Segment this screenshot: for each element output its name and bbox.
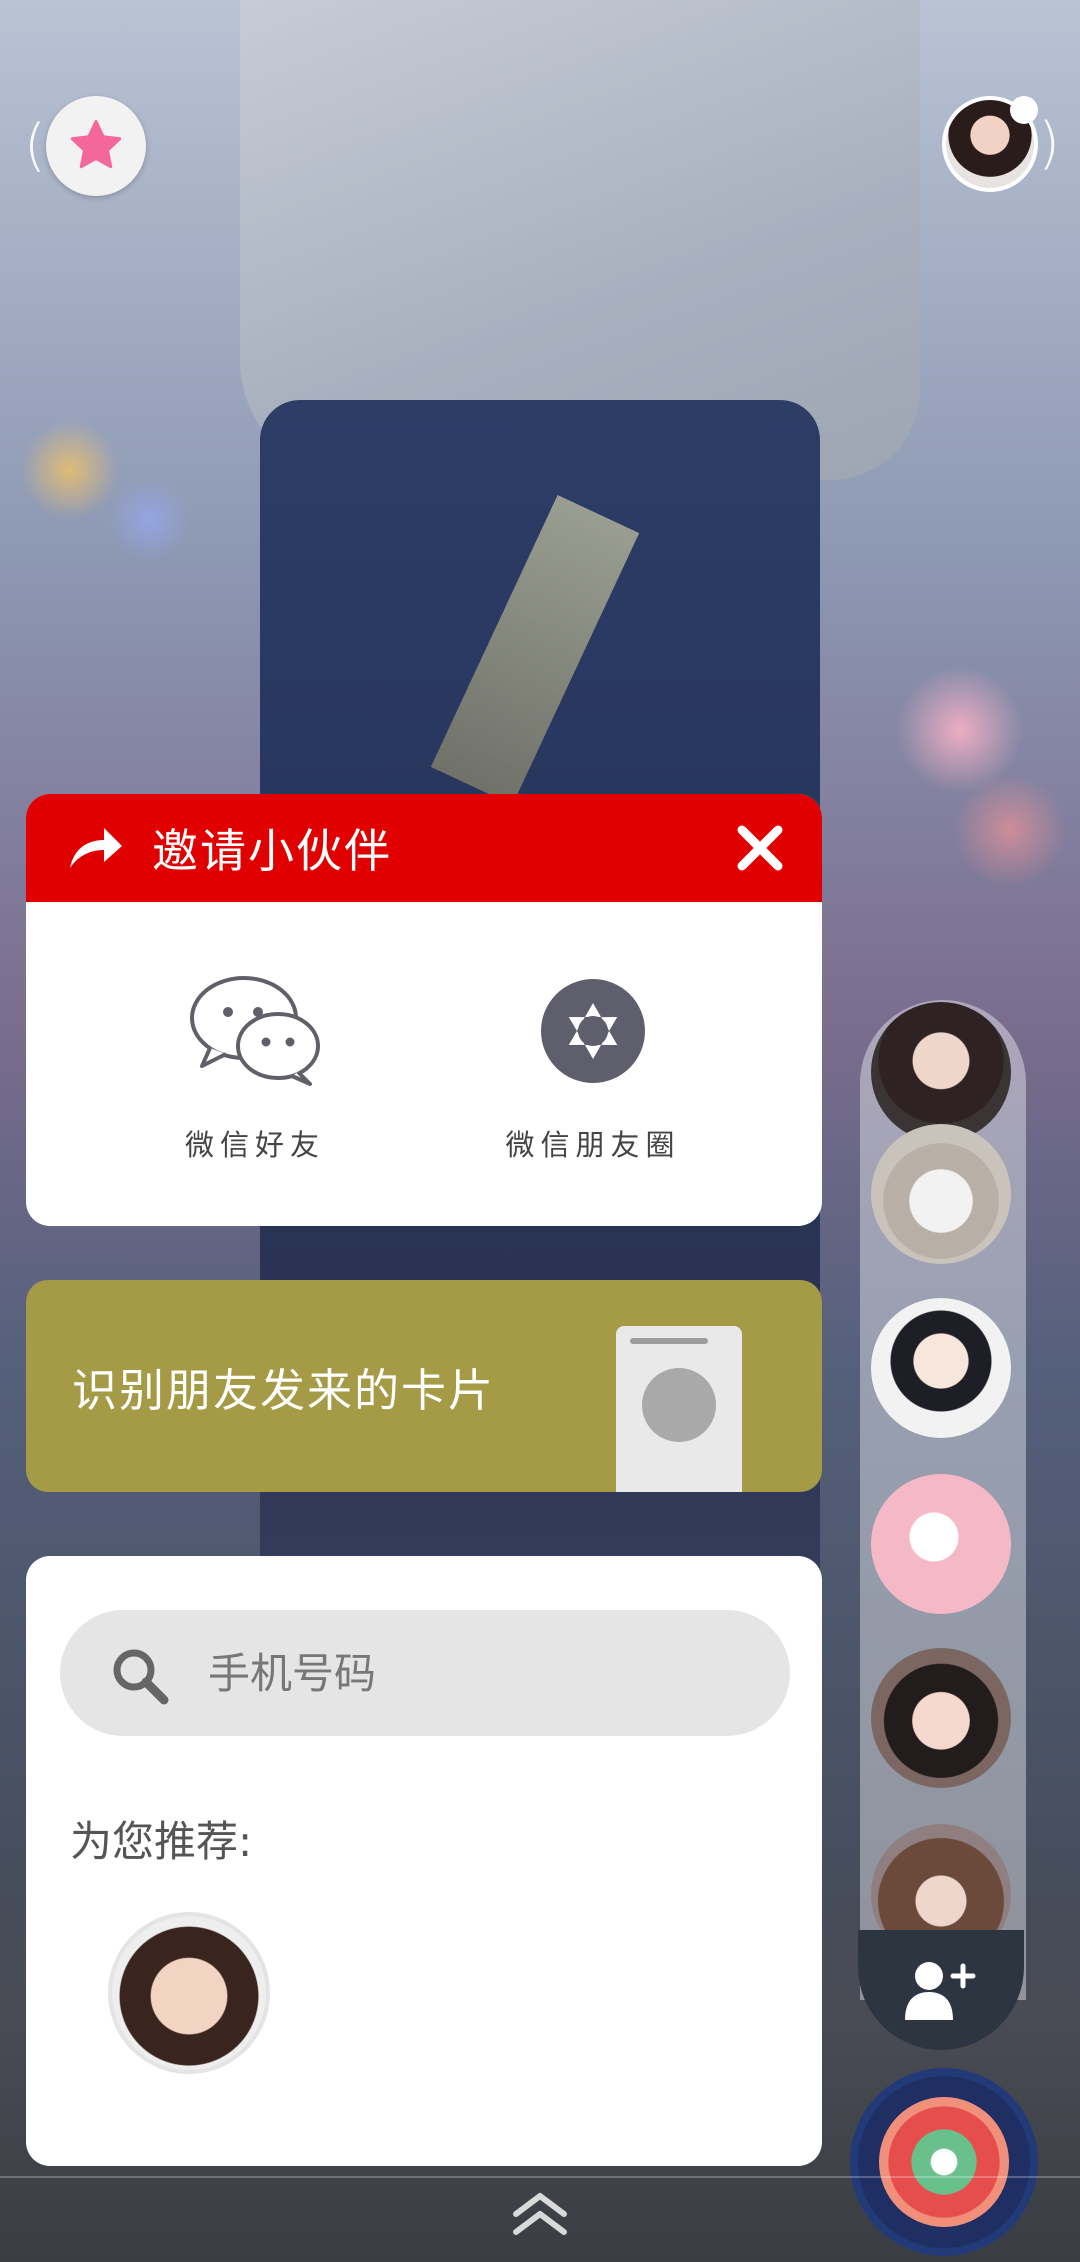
- rock-hand-icon: [879, 2097, 1009, 2227]
- recommend-label: 为您推荐:: [70, 1817, 253, 1866]
- share-options: 微信好友 微信朋友圈: [26, 902, 822, 1164]
- rail-avatar-2[interactable]: [871, 1124, 1011, 1264]
- rail-avatar-5[interactable]: [871, 1648, 1011, 1788]
- share-wechat-friend[interactable]: 微信好友: [125, 974, 385, 1164]
- card-scan-icon: [616, 1326, 742, 1492]
- search-bar[interactable]: [60, 1610, 790, 1736]
- card-line: [630, 1338, 708, 1344]
- left-bracket-icon: (: [24, 113, 46, 178]
- share-wechat-icon-wrap: [188, 974, 322, 1088]
- share-wechat-moments-label: 微信朋友圈: [505, 1128, 681, 1162]
- star-icon: [70, 120, 122, 169]
- favorite-button[interactable]: [45, 96, 146, 196]
- card-circle: [642, 1368, 716, 1442]
- invite-header: 邀请小伙伴: [26, 794, 822, 902]
- recommended-user-avatar[interactable]: [108, 1912, 270, 2074]
- profile-control[interactable]: ): [942, 96, 1060, 192]
- profile-avatar[interactable]: [942, 96, 1039, 192]
- share-moments-icon-wrap: [539, 974, 647, 1088]
- share-wechat-friend-label: 微信好友: [184, 1128, 325, 1162]
- double-chevron-up-icon[interactable]: [512, 2192, 568, 2238]
- wechat-icon: [190, 976, 320, 1086]
- share-wechat-moments[interactable]: 微信朋友圈: [463, 974, 723, 1164]
- bottom-divider: [0, 2176, 1080, 2178]
- close-icon[interactable]: [734, 822, 786, 874]
- friend-avatar-rail: [860, 1000, 1026, 2000]
- invite-title: 邀请小伙伴: [152, 824, 392, 878]
- search-icon: [113, 1649, 169, 1705]
- online-indicator: [1010, 96, 1039, 124]
- search-panel: 为您推荐:: [26, 1556, 822, 2166]
- scan-card-label: 识别朋友发来的卡片: [72, 1364, 496, 1417]
- moments-icon: [541, 979, 645, 1083]
- phone-search-input[interactable]: [206, 1640, 730, 1706]
- add-user-icon: [905, 1962, 976, 2020]
- rail-avatar-1[interactable]: [871, 1002, 1011, 1142]
- scan-card-button[interactable]: 识别朋友发来的卡片: [26, 1280, 822, 1492]
- rail-avatar-3[interactable]: [871, 1298, 1011, 1438]
- rail-avatar-4[interactable]: [871, 1474, 1011, 1614]
- invite-card: 邀请小伙伴 微信好友 微信朋友圈: [26, 794, 822, 1226]
- right-bracket-icon: ): [1038, 111, 1060, 176]
- share-arrow-icon: [70, 828, 122, 868]
- floating-action-button[interactable]: [850, 2068, 1038, 2256]
- favorite-control[interactable]: (: [24, 96, 146, 196]
